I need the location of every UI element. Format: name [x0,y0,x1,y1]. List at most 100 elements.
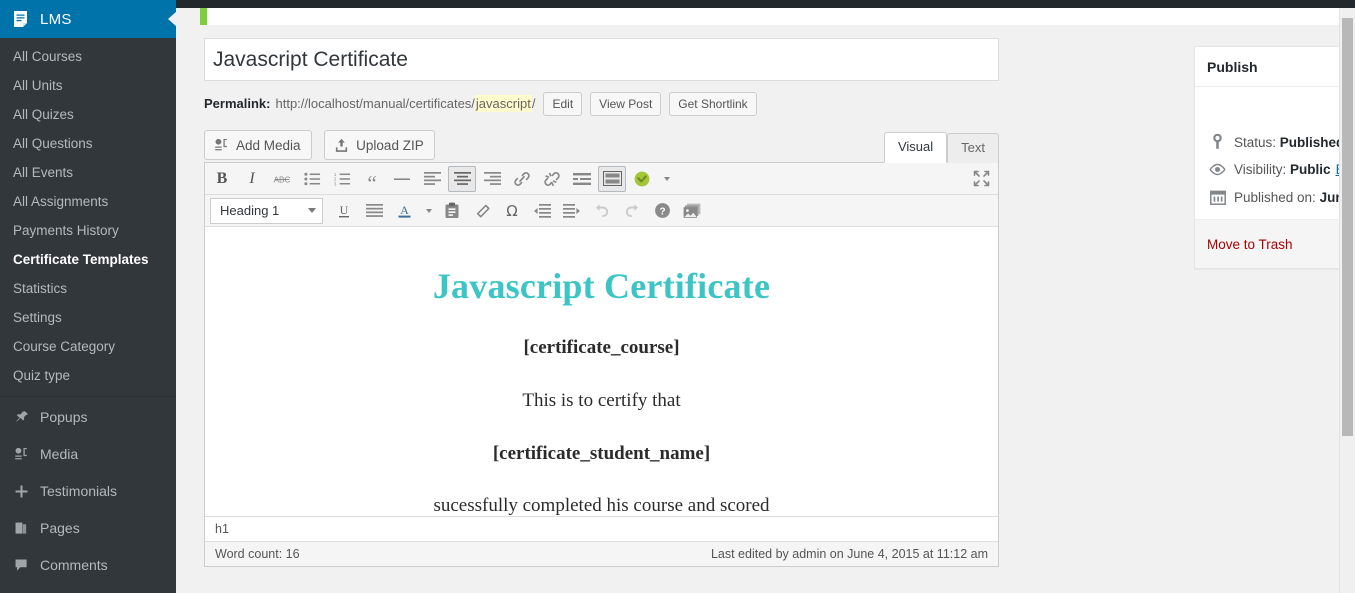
pin-icon [11,408,31,428]
tab-visual[interactable]: Visual [883,132,948,163]
certificate-line-completed: sucessfully completed his course and sco… [433,495,770,516]
sidebar-item-all-questions[interactable]: All Questions [0,129,176,158]
read-more-icon[interactable] [568,166,596,192]
sidebar-item-all-units[interactable]: All Units [0,71,176,100]
move-to-trash-link[interactable]: Move to Trash [1207,237,1293,252]
strikethrough-icon[interactable]: ABC [268,166,296,192]
visibility-label: Visibility: [1234,162,1287,177]
notice-strip-gutter [176,8,200,25]
word-count: Word count: 16 [215,547,300,561]
sidebar-item-course-category[interactable]: Course Category [0,332,176,361]
editor-status-bar: Word count: 16 Last edited by admin on J… [205,541,998,566]
clear-formatting-icon[interactable] [468,198,496,224]
undo-icon[interactable] [588,198,616,224]
sidebar-item-all-courses[interactable]: All Courses [0,42,176,71]
paste-as-text-icon[interactable] [438,198,466,224]
certificate-line-certify: This is to certify that [522,389,681,411]
sidebar-brand-lms[interactable]: LMS [0,0,177,38]
notice-strip [176,8,1355,25]
format-select[interactable]: Heading 1 [210,197,323,224]
get-shortlink-button[interactable]: Get Shortlink [669,91,757,116]
upload-icon [333,137,350,154]
edit-permalink-button[interactable]: Edit [543,91,583,116]
outdent-icon[interactable] [528,198,556,224]
align-justify-icon[interactable] [360,198,388,224]
bold-icon[interactable]: B [208,166,236,192]
align-right-icon[interactable] [478,166,506,192]
text-color-icon[interactable]: A [390,198,418,224]
wpseo-dropdown-icon[interactable] [658,166,674,192]
sidebar-item-label: Quiz type [13,368,71,383]
svg-text:?: ? [659,206,665,217]
sidebar-item-popups[interactable]: Popups [0,399,176,436]
sidebar-item-media[interactable]: Media [0,436,176,473]
permalink-slug: javascript [474,95,532,112]
blockquote-icon[interactable]: “ [358,166,386,194]
status-label: Status: [1234,134,1277,150]
sidebar-item-certificate-templates[interactable]: Certificate Templates [0,245,176,274]
wpseo-icon[interactable] [628,166,656,192]
sidebar-item-label: Certificate Templates [13,252,149,267]
indent-icon[interactable] [558,198,586,224]
sidebar-item-label: Popups [40,409,88,425]
align-left-icon[interactable] [418,166,446,192]
underline-icon[interactable]: U [330,198,358,224]
italic-icon[interactable]: I [238,166,266,192]
sidebar-item-payments-history[interactable]: Payments History [0,216,176,245]
admin-bar [0,0,1355,8]
editor-element-path[interactable]: h1 [205,516,998,541]
sidebar-item-all-events[interactable]: All Events [0,158,176,187]
editor-mode-tabs: Visual Text [883,132,999,163]
publish-box-body: Preview Changes Status: Published Edit V… [1195,87,1355,219]
published-on-label: Published on: [1234,189,1316,205]
add-media-label: Add Media [236,137,301,153]
keyboard-shortcuts-icon[interactable]: ? [648,198,676,224]
chevron-down-icon [308,208,316,213]
sidebar-item-quiz-type[interactable]: Quiz type [0,361,176,390]
horizontal-rule-icon[interactable] [388,166,416,192]
post-editor-column: Permalink: http://localhost/manual/certi… [204,38,999,567]
permalink-url[interactable]: http://localhost/manual/certificates/jav… [275,95,535,112]
fullscreen-icon[interactable] [967,166,995,192]
redo-icon[interactable] [618,198,646,224]
remove-link-icon[interactable] [538,166,566,192]
sidebar-submenu: All Courses All Units All Quizes All Que… [0,38,176,390]
special-character-icon[interactable]: Ω [498,198,526,224]
visibility-value: Public [1290,162,1331,177]
last-edited: Last edited by admin on June 4, 2015 at … [710,547,988,561]
sidebar-item-comments[interactable]: Comments [0,547,176,584]
upload-zip-label: Upload ZIP [356,137,424,153]
calendar-icon [1207,189,1228,205]
sidebar-item-testimonials[interactable]: Testimonials [0,473,176,510]
toolbar-toggle-icon[interactable] [598,165,626,192]
editor-content-area[interactable]: Javascript Certificate [certificate_cour… [205,227,998,516]
add-media-button[interactable]: Add Media [204,130,312,160]
sidebar-item-label: Media [40,446,79,462]
text-color-dropdown-icon[interactable] [420,198,436,224]
align-center-icon[interactable] [448,165,476,192]
sidebar-item-statistics[interactable]: Statistics [0,274,176,303]
post-title-input[interactable] [204,38,999,81]
admin-page: LMS All Courses All Units All Quizes All… [0,0,1355,593]
sidebar-item-all-assignments[interactable]: All Assignments [0,187,176,216]
sidebar-main-menu: Popups Media Testimonials Pages Comments [0,399,176,584]
page-scrollbar[interactable] [1339,8,1355,593]
tab-text[interactable]: Text [947,133,999,163]
certificate-line-course: [certificate_course] [523,337,680,359]
sidebar-item-settings[interactable]: Settings [0,303,176,332]
media-buttons-row: Add Media Upload ZIP Visual Text [204,130,999,163]
insert-link-icon[interactable] [508,166,536,192]
sidebar-item-pages[interactable]: Pages [0,510,176,547]
gallery-icon[interactable] [678,198,706,224]
view-post-button[interactable]: View Post [590,91,662,116]
svg-text:A: A [400,203,409,217]
sidebar-item-label: Statistics [13,281,68,296]
scrollbar-thumb[interactable] [1342,18,1353,436]
upload-zip-button[interactable]: Upload ZIP [324,130,435,160]
svg-text:ABC: ABC [274,175,291,184]
sidebar-item-all-quizes[interactable]: All Quizes [0,100,176,129]
bulleted-list-icon[interactable] [298,166,326,192]
certificate-heading: Javascript Certificate [432,266,771,306]
publish-box-title: Publish [1207,58,1258,75]
numbered-list-icon[interactable]: 123 [328,166,356,192]
